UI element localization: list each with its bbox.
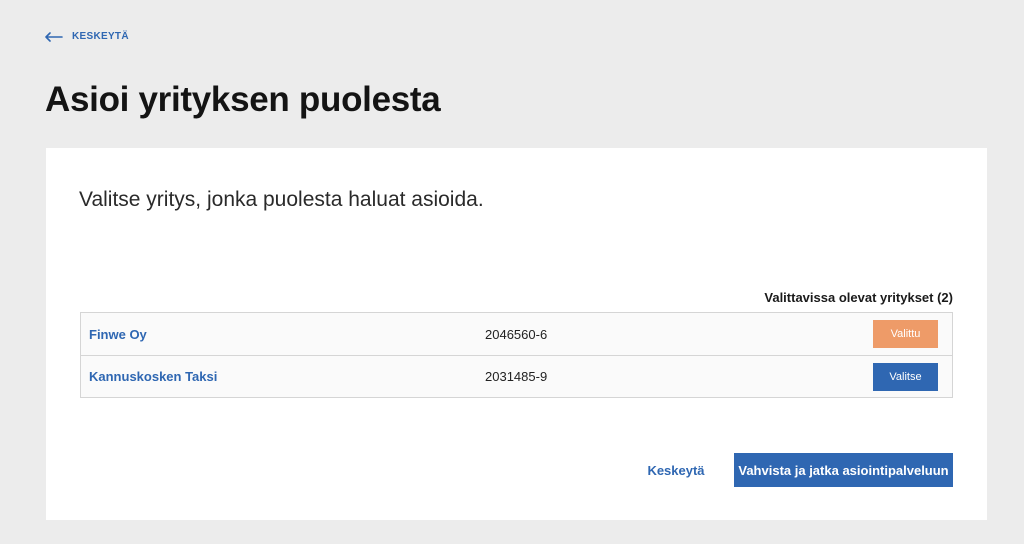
instruction-text: Valitse yritys, jonka puolesta haluat as…: [79, 188, 484, 211]
business-id: 2031485-9: [485, 369, 548, 384]
page: KESKEYTÄ Asioi yrityksen puolesta Valits…: [0, 0, 1024, 544]
business-id: 2046560-6: [485, 326, 548, 342]
available-companies-count: Valittavissa olevat yritykset (2): [764, 290, 953, 305]
table-row: Finwe Oy 2046560-6 Valittu: [81, 313, 952, 355]
cancel-button[interactable]: Keskeytä: [636, 453, 716, 487]
company-table: Finwe Oy 2046560-6 Valittu Kannuskosken …: [80, 312, 953, 398]
back-link-label: KESKEYTÄ: [72, 31, 129, 42]
confirm-continue-button[interactable]: Vahvista ja jatka asiointipalveluun: [734, 453, 953, 487]
company-selection-card: Valitse yritys, jonka puolesta haluat as…: [46, 148, 987, 520]
arrow-left-icon: [45, 31, 63, 42]
page-title: Asioi yrityksen puolesta: [45, 80, 441, 119]
select-button[interactable]: Valitse: [873, 362, 938, 391]
table-row: Kannuskosken Taksi 2031485-9 Valitse: [81, 355, 952, 397]
company-name-link[interactable]: Kannuskosken Taksi: [89, 369, 217, 384]
company-name-link[interactable]: Finwe Oy: [89, 327, 147, 342]
selected-button[interactable]: Valittu: [873, 320, 938, 348]
back-link[interactable]: KESKEYTÄ: [45, 31, 129, 42]
